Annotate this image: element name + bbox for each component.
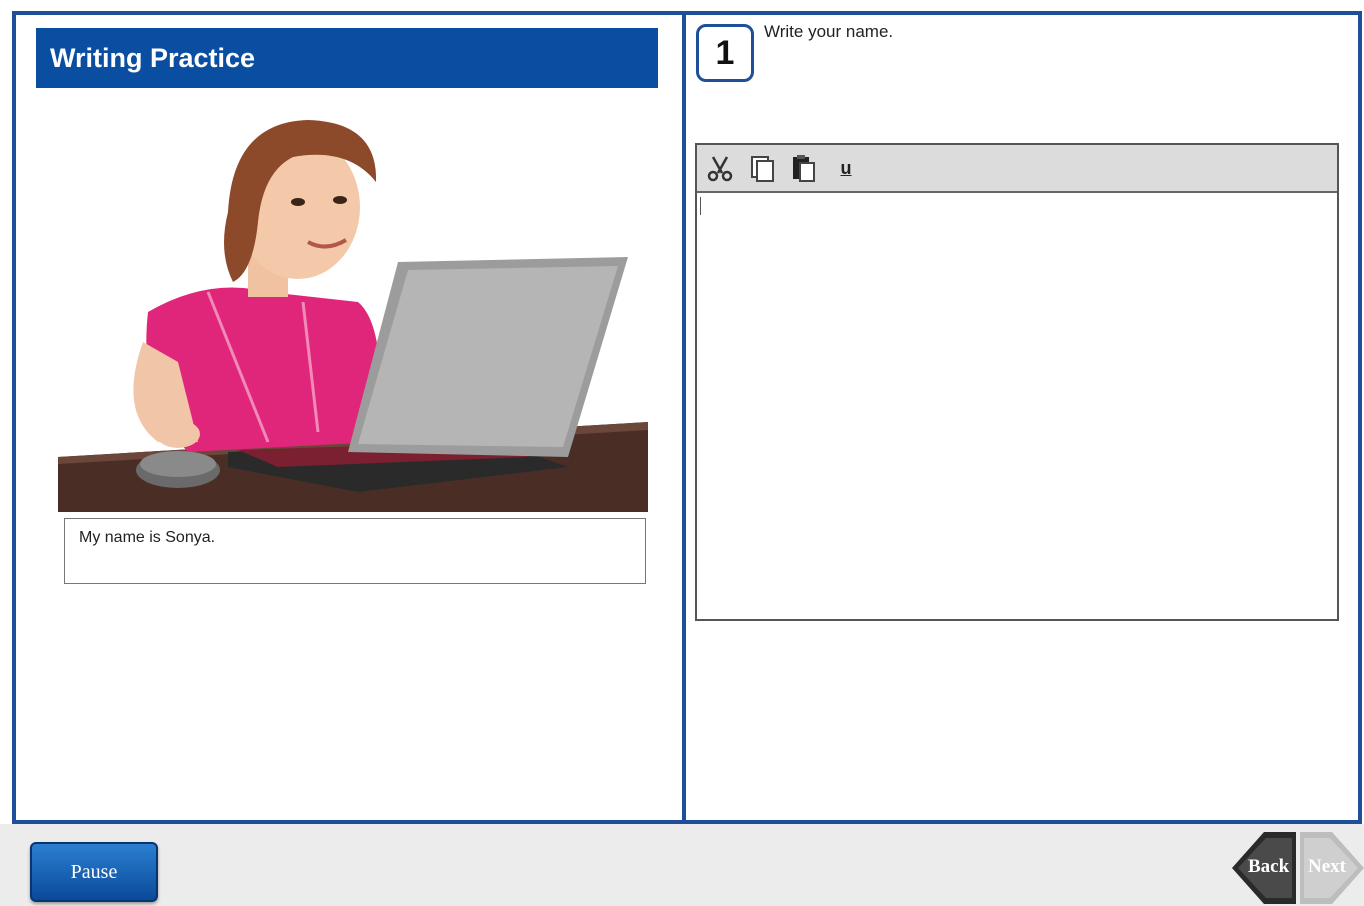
copy-icon[interactable] [745, 151, 779, 185]
question-prompt: Write your name. [764, 22, 894, 41]
next-button[interactable]: Next [1300, 832, 1364, 904]
underline-glyph: u [840, 157, 852, 178]
next-label: Next [1308, 856, 1346, 877]
panel-divider [682, 11, 686, 824]
footer-bar [0, 824, 1364, 906]
answer-text-area[interactable] [697, 193, 1337, 619]
page-title: Writing Practice [36, 28, 658, 88]
cut-icon[interactable] [703, 151, 737, 185]
paste-icon[interactable] [787, 151, 821, 185]
answer-editor[interactable]: u [695, 143, 1339, 621]
back-button[interactable]: Back [1232, 832, 1296, 904]
back-label: Back [1248, 856, 1290, 877]
editor-toolbar: u [697, 145, 1337, 193]
girl-laptop-photo [58, 120, 648, 512]
pause-button[interactable]: Pause [30, 842, 158, 902]
text-caret [700, 197, 701, 215]
caption-text: My name is Sonya. [79, 529, 216, 546]
caption-box: My name is Sonya. [64, 518, 646, 584]
question-number: 1 [696, 24, 754, 82]
underline-icon[interactable]: u [829, 151, 863, 185]
